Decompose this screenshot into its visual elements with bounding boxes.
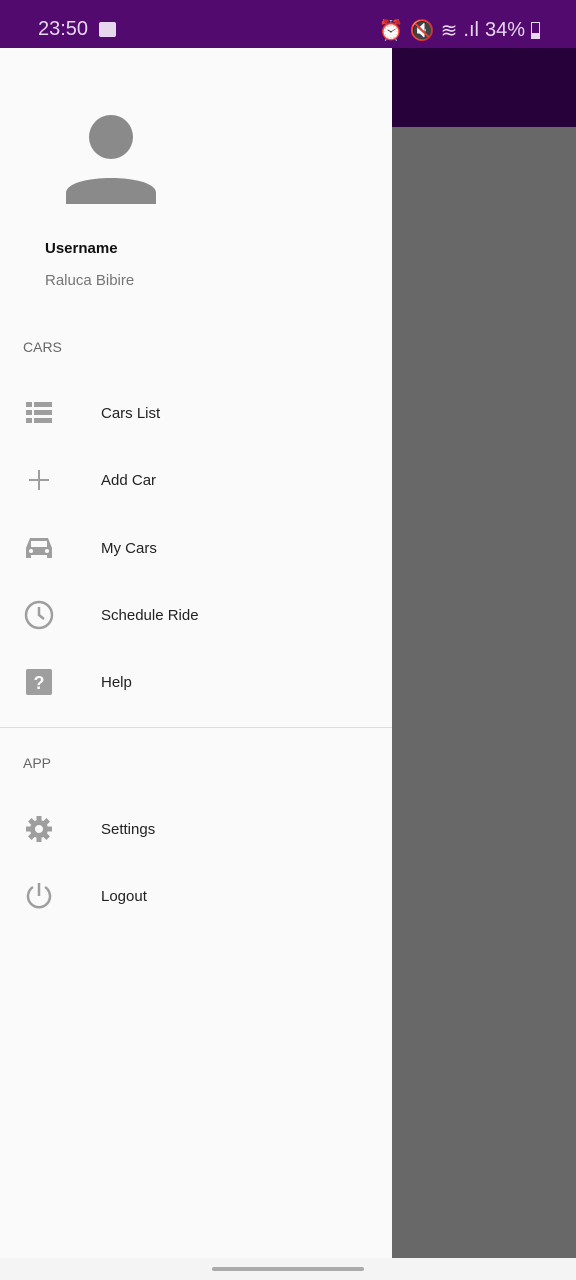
clock: 23:50: [38, 18, 89, 40]
help-icon: ?: [24, 667, 54, 697]
power-icon: [24, 881, 54, 911]
navigation-bar: [0, 1258, 576, 1280]
avatar-icon: [66, 115, 156, 204]
menu-item-add-car[interactable]: Add Car: [0, 450, 392, 510]
signal-icon: .ıl: [463, 19, 479, 41]
menu-item-my-cars[interactable]: My Cars: [0, 518, 392, 578]
menu-item-help[interactable]: ? Help: [0, 652, 392, 712]
menu-item-cars-list[interactable]: Cars List: [0, 383, 392, 443]
mute-icon: 🔇: [409, 20, 435, 42]
menu-item-logout[interactable]: Logout: [0, 866, 392, 926]
menu-item-label: Add Car: [101, 471, 157, 489]
menu-item-label: Cars List: [101, 404, 161, 422]
clock-icon: [24, 600, 54, 630]
wifi-icon: ≋: [440, 20, 458, 42]
car-icon: [24, 533, 54, 563]
list-icon: [24, 398, 54, 428]
menu-item-settings[interactable]: Settings: [0, 799, 392, 859]
section-cars: CARS: [23, 339, 62, 355]
battery-percent: 34%: [484, 19, 525, 41]
status-bar: 23:50 ⏰ 🔇 ≋ .ıl 34%: [0, 0, 576, 48]
menu-item-schedule-ride[interactable]: Schedule Ride: [0, 585, 392, 645]
section-app: APP: [23, 755, 52, 771]
gear-icon: [24, 814, 54, 844]
battery-icon: [531, 22, 540, 39]
username-value: Raluca Bibire: [45, 272, 135, 289]
home-handle[interactable]: [212, 1267, 364, 1271]
divider: [0, 727, 392, 728]
navigation-drawer: Username Raluca Bibire CARS Cars List Ad…: [0, 48, 392, 1258]
menu-item-label: Schedule Ride: [101, 606, 199, 624]
scrim[interactable]: [392, 127, 576, 1258]
plus-icon: [24, 465, 54, 495]
svg-text:?: ?: [34, 673, 45, 693]
alarm-icon: ⏰: [378, 20, 404, 42]
username-label: Username: [45, 240, 118, 257]
menu-item-label: Settings: [101, 820, 156, 838]
menu-item-label: Help: [101, 673, 132, 691]
image-notification-icon: [99, 22, 116, 37]
menu-item-label: My Cars: [101, 539, 157, 557]
menu-item-label: Logout: [101, 887, 147, 905]
app-bar: [392, 48, 576, 127]
